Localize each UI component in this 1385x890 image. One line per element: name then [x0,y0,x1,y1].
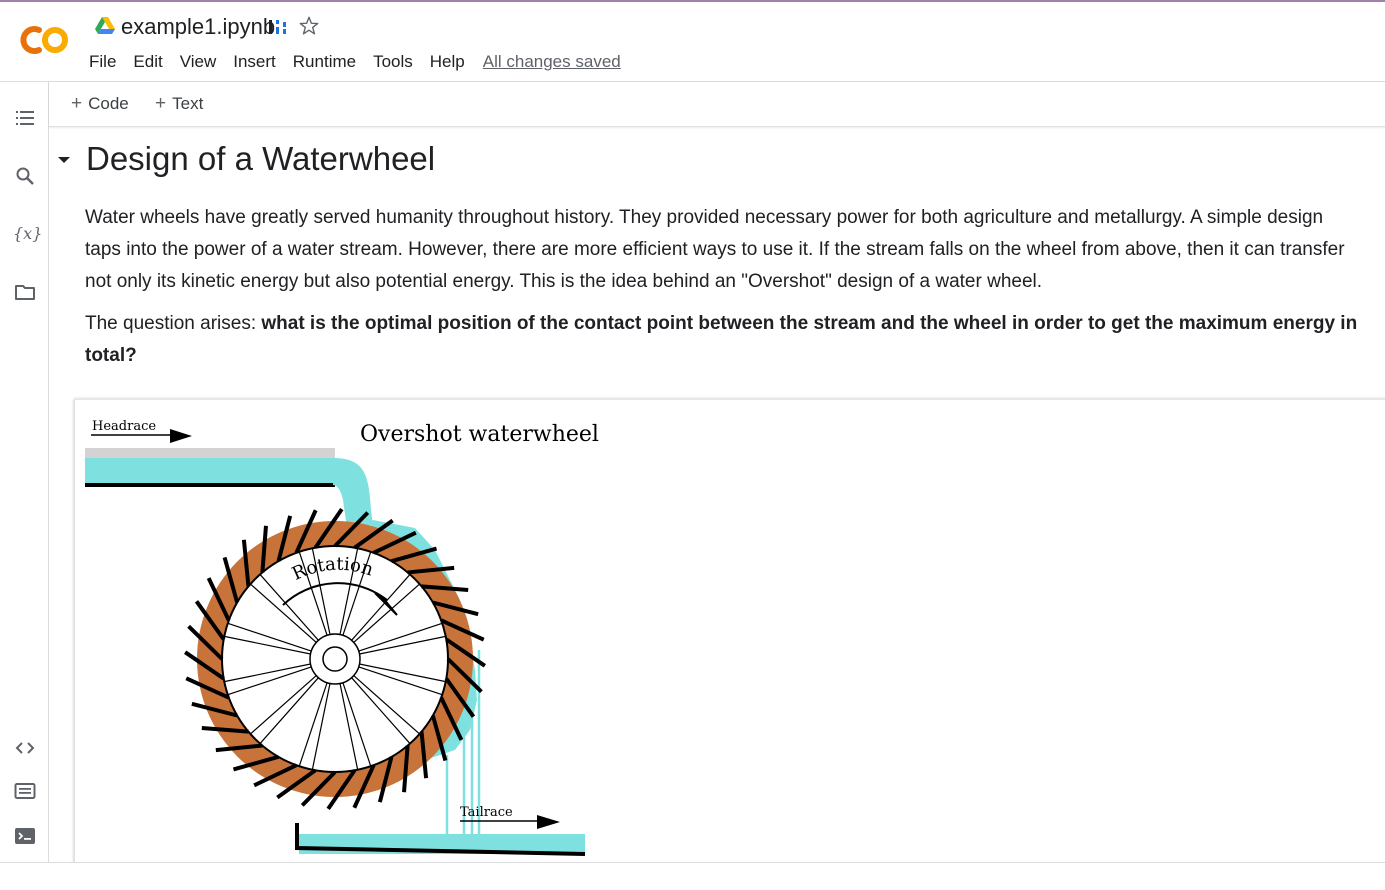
wheel-hub-inner [322,646,348,672]
table-of-contents-icon[interactable] [13,106,37,130]
menu-runtime[interactable]: Runtime [293,52,356,72]
add-code-label: Code [88,94,129,113]
add-code-cell-button[interactable]: + Code [71,93,129,115]
tailrace-arrowhead [537,815,560,829]
add-text-cell-button[interactable]: + Text [155,93,203,115]
search-icon[interactable] [13,164,37,188]
google-drive-icon[interactable] [95,17,115,35]
collapse-section-icon[interactable] [56,154,72,166]
waterwheel-diagram: Headrace Overshot waterwheel Rotation Ta… [85,419,599,856]
water-fall-curve [333,458,373,528]
app-header: example1.ipynb File Edit View Insert Run… [0,2,1385,82]
menu-tools[interactable]: Tools [373,52,413,72]
question-bold: what is the optimal position of the cont… [85,313,1358,366]
page-bottom [0,863,1385,890]
question-intro: The question arises: [85,313,262,334]
command-palette-icon[interactable] [13,779,37,803]
figure-output: Headrace Overshot waterwheel Rotation Ta… [74,399,1385,870]
left-sidebar: {x} [0,82,49,862]
cell-toolbar: + Code + Text [49,82,1385,127]
menu-insert[interactable]: Insert [233,52,276,72]
colab-logo[interactable] [17,22,71,58]
headrace-label: Headrace [92,419,156,434]
section-heading: Design of a Waterwheel [86,140,436,177]
plus-icon: + [71,93,83,114]
code-snippets-icon[interactable] [13,736,37,760]
tailrace-label: Tailrace [460,805,513,820]
headrace-water [85,458,335,484]
star-icon[interactable] [298,14,320,38]
notebook-title[interactable]: example1.ipynb [121,14,275,40]
plus-icon: + [155,93,167,114]
menu-edit[interactable]: Edit [133,52,162,72]
add-text-label: Text [172,94,204,113]
menu-help[interactable]: Help [430,52,465,72]
menu-view[interactable]: View [180,52,217,72]
question-paragraph: The question arises: what is the optimal… [85,308,1360,372]
variables-icon[interactable]: {x} [13,222,42,246]
menu-bar: File Edit View Insert Runtime Tools Help… [89,52,621,72]
terminal-icon[interactable] [13,824,37,848]
text-cursor-icon [269,20,286,34]
figure-title: Overshot waterwheel [360,422,599,447]
save-status-link[interactable]: All changes saved [483,52,621,72]
headrace-arrowhead [170,429,192,443]
headrace-channel-wall [85,448,335,458]
intro-paragraph: Water wheels have greatly served humanit… [85,207,1345,292]
files-icon[interactable] [13,280,37,304]
menu-file[interactable]: File [89,52,116,72]
